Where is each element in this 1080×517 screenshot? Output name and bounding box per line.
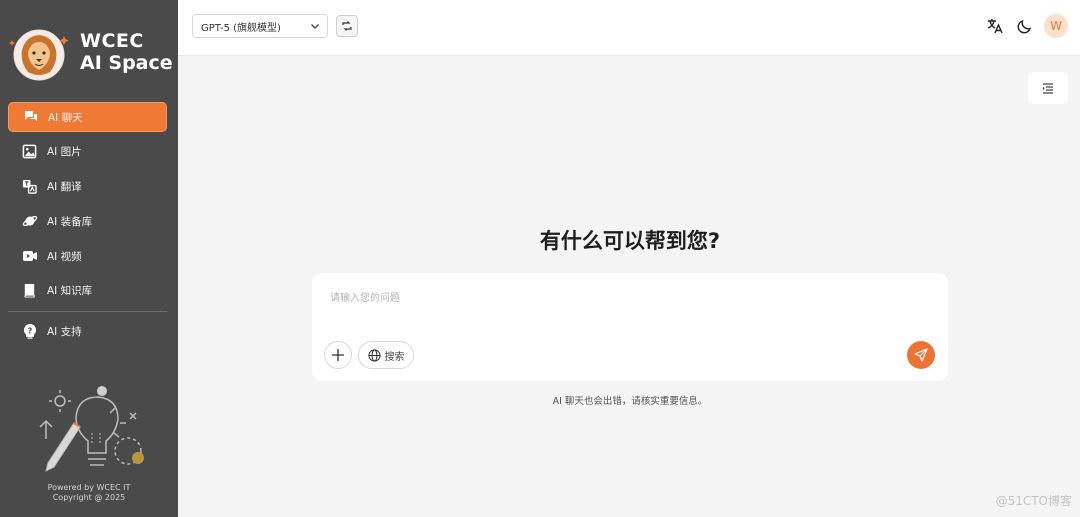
- sidebar-item-ai-support[interactable]: ? AI 支持: [8, 316, 167, 346]
- chat-icon: [22, 109, 39, 126]
- brand-subtitle: AI Space: [80, 52, 173, 74]
- powered-by-text: Powered by WCEC IT: [47, 483, 131, 492]
- send-button[interactable]: [907, 341, 935, 369]
- sidebar-item-label: AI 装备库: [47, 215, 93, 228]
- topbar: GPT-5 (旗舰模型) W: [178, 0, 1080, 56]
- refresh-button[interactable]: [336, 15, 358, 37]
- moon-icon: [1017, 19, 1032, 34]
- plus-icon: [332, 349, 344, 361]
- chat-composer: 搜索: [312, 273, 948, 381]
- web-search-button[interactable]: 搜索: [358, 341, 414, 369]
- lion-logo-icon: [9, 29, 69, 81]
- theme-toggle-button[interactable]: [1014, 15, 1036, 37]
- attach-button[interactable]: [324, 341, 352, 369]
- page-title: 有什么可以帮到您?: [539, 229, 721, 253]
- sidebar-item-ai-equipment[interactable]: AI 装备库: [8, 206, 167, 236]
- watermark: @51CTO博客: [995, 494, 1072, 508]
- sidebar-item-ai-chat[interactable]: AI 聊天: [8, 102, 167, 132]
- idea-illustration-icon: [39, 386, 144, 472]
- translate-icon: [21, 178, 38, 195]
- chevron-down-icon: [311, 24, 319, 29]
- image-icon: [21, 143, 38, 160]
- sidebar-item-label: AI 支持: [47, 325, 82, 338]
- send-icon: [914, 348, 928, 362]
- sidebar-item-label: AI 聊天: [48, 111, 83, 124]
- model-select[interactable]: GPT-5 (旗舰模型): [192, 14, 328, 38]
- sidebar-divider: [8, 311, 167, 312]
- planet-icon: [21, 213, 38, 230]
- footer-credits: Powered by WCEC IT Copyright @ 2025: [0, 483, 178, 503]
- model-select-value: GPT-5 (旗舰模型): [201, 22, 281, 34]
- web-search-label: 搜索: [384, 351, 405, 363]
- sidebar-item-ai-translate[interactable]: AI 翻译: [8, 172, 167, 202]
- sidebar-item-ai-knowledge[interactable]: AI 知识库: [8, 276, 167, 306]
- brand[interactable]: WCEC AI Space: [8, 26, 173, 84]
- sidebar-item-label: AI 翻译: [47, 181, 82, 194]
- avatar[interactable]: W: [1044, 14, 1068, 38]
- list-icon: [1043, 83, 1053, 94]
- language-icon: [987, 19, 1003, 34]
- sidebar: WCEC AI Space AI 聊天 AI 图片 AI 翻译 AI 装备库 A…: [0, 0, 178, 517]
- sidebar-item-label: AI 图片: [47, 146, 82, 159]
- sidebar-item-ai-video[interactable]: AI 视频: [8, 241, 167, 271]
- sidebar-item-ai-image[interactable]: AI 图片: [8, 137, 167, 167]
- brand-name: WCEC: [80, 30, 144, 52]
- refresh-icon: [342, 21, 352, 31]
- sidebar-item-label: AI 视频: [47, 250, 82, 263]
- video-icon: [21, 248, 38, 265]
- copyright-text: Copyright @ 2025: [52, 493, 126, 502]
- outline-toggle-button[interactable]: [1028, 72, 1068, 104]
- globe-icon: [367, 348, 381, 362]
- sidebar-nav: AI 聊天 AI 图片 AI 翻译 AI 装备库 AI 视频 AI 知识库: [8, 102, 167, 311]
- help-icon: ?: [21, 323, 38, 340]
- chat-input[interactable]: [330, 289, 930, 329]
- disclaimer-text: AI 聊天也会出错，请核实重要信息。: [552, 396, 708, 407]
- svg-text:?: ?: [27, 327, 32, 336]
- sidebar-item-label: AI 知识库: [47, 285, 93, 298]
- book-icon: [21, 282, 38, 299]
- language-button[interactable]: [984, 15, 1006, 37]
